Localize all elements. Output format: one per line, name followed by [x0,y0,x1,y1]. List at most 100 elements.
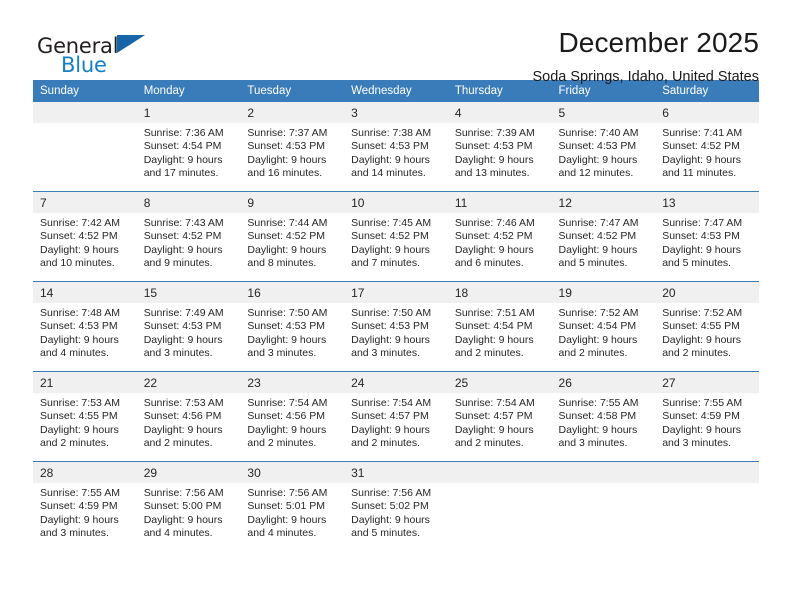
calendar-day-cell[interactable]: 15 Sunrise: 7:49 AM Sunset: 4:53 PM Dayligh… [136,282,241,371]
calendar-day-cell[interactable]: 7 Sunrise: 7:42 AM Sunset: 4:52 PM Daylight… [33,192,137,281]
daylight-text-line1: Daylight: 9 hours [247,423,327,436]
calendar-day-cell[interactable]: 27 Sunrise: 7:55 AM Sunset: 4:59 PM Dayligh… [655,372,759,461]
day-sun-info: Sunrise: 7:40 AM Sunset: 4:53 PM Daylight:… [552,123,656,181]
day-sun-info: Sunrise: 7:47 AM Sunset: 4:53 PM Daylight:… [655,213,759,271]
day-number: 6 [655,102,759,123]
calendar-day-cell[interactable]: 13 Sunrise: 7:47 AM Sunset: 4:53 PM Dayligh… [655,192,759,281]
calendar-day-cell[interactable]: 26 Sunrise: 7:55 AM Sunset: 4:58 PM Dayligh… [551,372,656,461]
calendar-day-cell[interactable]: 30 Sunrise: 7:56 AM Sunset: 5:01 PM Dayligh… [240,462,345,551]
calendar-day-cell[interactable]: 2 Sunrise: 7:37 AM Sunset: 4:53 PM Daylight… [240,102,345,191]
calendar-day-cell[interactable]: 22 Sunrise: 7:53 AM Sunset: 4:56 PM Dayligh… [136,372,241,461]
calendar-day-cell[interactable]: 6 Sunrise: 7:41 AM Sunset: 4:52 PM Daylight… [655,102,759,191]
sunset-text: Sunset: 4:54 PM [454,320,533,333]
daylight-text-line2: and 5 minutes. [558,257,628,270]
calendar-day-cell[interactable]: 4 Sunrise: 7:39 AM Sunset: 4:53 PM Daylight… [447,102,552,191]
day-number: 21 [33,372,137,393]
daylight-text-line1: Daylight: 9 hours [454,243,534,256]
day-sun-info: Sunrise: 7:54 AM Sunset: 4:57 PM Daylight:… [344,393,448,451]
sunrise-text: Sunrise: 7:55 AM [40,487,120,499]
day-sun-info: Sunrise: 7:48 AM Sunset: 4:53 PM Daylight:… [33,303,137,361]
sunset-text: Sunset: 4:57 PM [351,410,429,423]
daylight-text-line1: Daylight: 9 hours [40,333,119,346]
day-number: 26 [551,372,656,393]
calendar-day-cell[interactable]: 16 Sunrise: 7:50 AM Sunset: 4:53 PM Dayligh… [240,282,345,371]
calendar-day-cell[interactable]: 14 Sunrise: 7:48 AM Sunset: 4:53 PM Dayligh… [33,282,137,371]
sunrise-text: Sunrise: 7:54 AM [247,397,328,409]
sunrise-text: Sunrise: 7:50 AM [247,307,328,319]
daylight-text-line1: Daylight: 9 hours [247,243,327,256]
sunrise-text: Sunrise: 7:48 AM [40,307,120,319]
sunset-text: Sunset: 4:56 PM [247,410,326,423]
day-sun-info: Sunrise: 7:39 AM Sunset: 4:53 PM Daylight:… [448,123,552,181]
daylight-text-line2: and 11 minutes. [662,167,737,180]
calendar-cell-empty [551,462,656,551]
calendar-day-cell[interactable]: 3 Sunrise: 7:38 AM Sunset: 4:53 PM Daylight… [344,102,448,191]
daylight-text-line2: and 4 minutes. [40,347,109,360]
calendar-day-cell[interactable]: 8 Sunrise: 7:43 AM Sunset: 4:52 PM Daylight… [136,192,241,281]
calendar-day-cell[interactable]: 28 Sunrise: 7:55 AM Sunset: 4:59 PM Dayligh… [33,462,137,551]
day-number [447,462,552,483]
calendar-day-cell[interactable]: 12 Sunrise: 7:47 AM Sunset: 4:52 PM Dayligh… [551,192,656,281]
daylight-text-line1: Daylight: 9 hours [454,423,534,436]
calendar-day-cell[interactable]: 11 Sunrise: 7:46 AM Sunset: 4:52 PM Dayligh… [447,192,552,281]
sunrise-text: Sunrise: 7:50 AM [351,307,432,319]
day-sun-info: Sunrise: 7:50 AM Sunset: 4:53 PM Daylight:… [344,303,448,361]
day-sun-info: Sunrise: 7:50 AM Sunset: 4:53 PM Daylight:… [240,303,344,361]
sunrise-text: Sunrise: 7:56 AM [351,487,432,499]
day-number: 30 [240,462,345,483]
page-title: December 2025 [558,27,759,58]
day-sun-info: Sunrise: 7:53 AM Sunset: 4:56 PM Daylight:… [137,393,241,451]
sunrise-text: Sunrise: 7:43 AM [143,217,224,229]
calendar-day-cell[interactable]: 10 Sunrise: 7:45 AM Sunset: 4:52 PM Dayligh… [344,192,448,281]
calendar-day-cell[interactable]: 23 Sunrise: 7:54 AM Sunset: 4:56 PM Dayligh… [240,372,345,461]
calendar-day-cell[interactable]: 20 Sunrise: 7:52 AM Sunset: 4:55 PM Dayligh… [655,282,759,371]
daylight-text-line2: and 3 minutes. [40,527,109,540]
daylight-text-line2: and 3 minutes. [558,437,628,450]
day-number: 12 [551,192,656,213]
calendar-week-row: 1 Sunrise: 7:36 AM Sunset: 4:54 PM Daylight… [33,102,759,192]
calendar-day-cell[interactable]: 29 Sunrise: 7:56 AM Sunset: 5:00 PM Dayligh… [136,462,241,551]
day-sun-info: Sunrise: 7:38 AM Sunset: 4:53 PM Daylight:… [344,123,448,181]
calendar-day-cell[interactable]: 25 Sunrise: 7:54 AM Sunset: 4:57 PM Dayligh… [447,372,552,461]
day-number: 18 [447,282,552,303]
sunset-text: Sunset: 5:02 PM [351,500,429,513]
sunset-text: Sunset: 4:53 PM [40,320,118,333]
day-number: 7 [33,192,137,213]
daylight-text-line1: Daylight: 9 hours [454,333,534,346]
daylight-text-line1: Daylight: 9 hours [351,513,430,526]
daylight-text-line1: Daylight: 9 hours [143,333,223,346]
day-number: 27 [655,372,759,393]
calendar-day-cell[interactable]: 31 Sunrise: 7:56 AM Sunset: 5:02 PM Dayligh… [344,462,448,551]
sunset-text: Sunset: 4:53 PM [662,230,740,243]
sunrise-text: Sunrise: 7:52 AM [662,307,743,319]
sunrise-text: Sunrise: 7:39 AM [454,127,535,139]
day-sun-info: Sunrise: 7:55 AM Sunset: 4:59 PM Daylight:… [33,483,137,541]
day-number: 10 [344,192,448,213]
calendar-day-cell[interactable]: 9 Sunrise: 7:44 AM Sunset: 4:52 PM Daylight… [240,192,345,281]
day-number: 8 [136,192,241,213]
weekday-header-sunday: Sunday [33,80,137,102]
sunset-text: Sunset: 4:55 PM [40,410,118,423]
daylight-text-line1: Daylight: 9 hours [143,513,223,526]
day-number [551,462,656,483]
sunset-text: Sunset: 4:59 PM [662,410,740,423]
sunset-text: Sunset: 4:53 PM [247,320,326,333]
sunrise-text: Sunrise: 7:46 AM [454,217,535,229]
calendar-day-cell[interactable]: 24 Sunrise: 7:54 AM Sunset: 4:57 PM Dayligh… [344,372,448,461]
calendar-day-cell[interactable]: 18 Sunrise: 7:51 AM Sunset: 4:54 PM Dayligh… [447,282,552,371]
sunrise-text: Sunrise: 7:53 AM [143,397,224,409]
calendar-day-cell[interactable]: 21 Sunrise: 7:53 AM Sunset: 4:55 PM Dayligh… [33,372,137,461]
daylight-text-line1: Daylight: 9 hours [662,153,742,166]
calendar-day-cell[interactable]: 17 Sunrise: 7:50 AM Sunset: 4:53 PM Dayligh… [344,282,448,371]
logo[interactable]: General Blue [33,26,173,77]
sunrise-text: Sunrise: 7:54 AM [454,397,535,409]
sunrise-text: Sunrise: 7:55 AM [662,397,743,409]
day-sun-info: Sunrise: 7:46 AM Sunset: 4:52 PM Daylight:… [448,213,552,271]
calendar-day-cell[interactable]: 5 Sunrise: 7:40 AM Sunset: 4:53 PM Daylight… [551,102,656,191]
sunset-text: Sunset: 4:57 PM [454,410,533,423]
calendar-body: 1 Sunrise: 7:36 AM Sunset: 4:54 PM Daylight… [33,102,759,551]
day-number: 14 [33,282,137,303]
day-number: 9 [240,192,345,213]
calendar-day-cell[interactable]: 1 Sunrise: 7:36 AM Sunset: 4:54 PM Daylight… [136,102,241,191]
calendar-day-cell[interactable]: 19 Sunrise: 7:52 AM Sunset: 4:54 PM Dayligh… [551,282,656,371]
